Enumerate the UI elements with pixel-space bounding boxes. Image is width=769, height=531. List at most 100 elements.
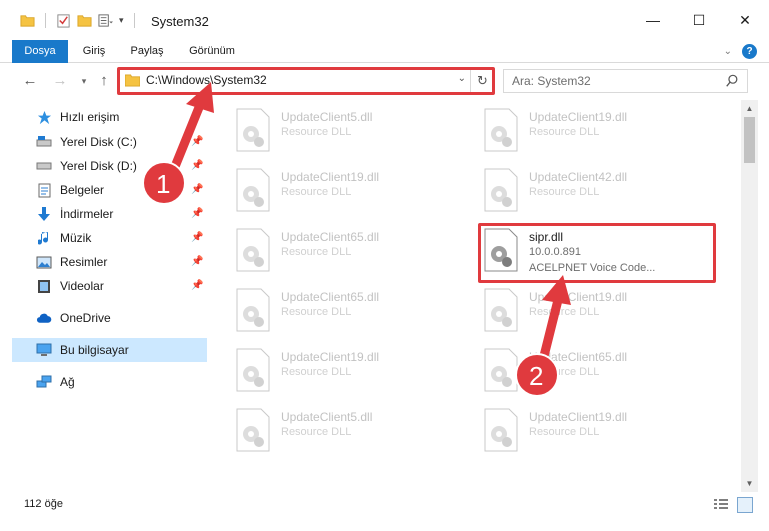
file-type: Resource DLL <box>529 306 600 318</box>
sidebar-item-music[interactable]: Müzik 📌 <box>12 226 207 250</box>
file-type: Resource DLL <box>529 186 600 198</box>
sidebar-item-label: Müzik <box>60 231 92 245</box>
toolbar-divider <box>133 13 135 28</box>
pin-icon[interactable]: 📌 <box>191 184 203 196</box>
star-icon <box>36 109 52 125</box>
music-icon <box>36 230 52 246</box>
pin-icon[interactable]: 📌 <box>191 280 203 292</box>
search-icon[interactable] <box>725 74 739 88</box>
file-tile[interactable]: UpdateClient5.dll Resource DLL <box>223 102 463 158</box>
sidebar-item-local-disk-c[interactable]: Yerel Disk (C:) 📌 <box>12 130 207 154</box>
sidebar-item-local-disk-d[interactable]: Yerel Disk (D:) 📌 <box>12 154 207 178</box>
recent-locations-icon[interactable]: ▾ <box>74 71 94 91</box>
dll-file-icon <box>484 288 518 332</box>
sidebar-item-label: Videolar <box>60 279 104 293</box>
dll-file-icon <box>484 348 518 392</box>
tab-share[interactable]: Paylaş <box>124 40 170 63</box>
pin-icon[interactable]: 📌 <box>191 232 203 244</box>
sidebar-item-label: Yerel Disk (D:) <box>60 159 137 173</box>
address-highlight-box <box>117 67 495 95</box>
details-view-icon[interactable] <box>713 498 729 512</box>
file-type: Resource DLL <box>281 246 352 258</box>
dll-file-icon <box>236 108 270 152</box>
file-tile[interactable]: UpdateClient65.dll Resource DLL <box>223 222 463 278</box>
computer-icon <box>36 342 52 358</box>
search-box[interactable] <box>503 69 748 93</box>
sidebar-item-downloads[interactable]: İndirmeler 📌 <box>12 202 207 226</box>
tab-home[interactable]: Giriş <box>72 40 116 63</box>
close-button[interactable]: ✕ <box>722 0 768 40</box>
quick-access-toolbar: ▾ <box>20 13 139 28</box>
scroll-down-icon[interactable]: ▼ <box>741 475 758 492</box>
file-name: UpdateClient19.dll <box>529 410 628 424</box>
maximize-button[interactable]: ☐ <box>676 0 722 40</box>
file-name: UpdateClient19.dll <box>529 110 628 124</box>
pin-icon[interactable]: 📌 <box>191 256 203 268</box>
sidebar-item-label: Ağ <box>60 375 75 389</box>
properties-icon[interactable] <box>56 13 71 28</box>
dll-file-icon <box>236 348 270 392</box>
sidebar-item-videos[interactable]: Videolar 📌 <box>12 274 207 298</box>
pin-icon[interactable]: 📌 <box>191 136 203 148</box>
scroll-up-icon[interactable]: ▲ <box>741 100 758 117</box>
file-name: UpdateClient42.dll <box>529 170 628 184</box>
sidebar-item-this-pc[interactable]: Bu bilgisayar <box>12 338 207 362</box>
file-name: UpdateClient19.dll <box>529 290 628 304</box>
folder-icon <box>20 15 35 27</box>
sidebar-item-pictures[interactable]: Resimler 📌 <box>12 250 207 274</box>
expand-ribbon-icon[interactable]: ⌄ <box>724 46 732 57</box>
file-tile[interactable]: UpdateClient19.dll Resource DLL <box>471 102 711 158</box>
sidebar-item-quick-access[interactable]: Hızlı erişim <box>12 105 207 129</box>
file-type: Resource DLL <box>529 426 600 438</box>
customize-toolbar-icon[interactable] <box>98 13 113 28</box>
sidebar-item-label: OneDrive <box>60 311 111 325</box>
tab-view[interactable]: Görünüm <box>180 40 244 63</box>
file-tile[interactable]: UpdateClient19.dll Resource DLL <box>223 342 463 398</box>
documents-icon <box>36 182 52 198</box>
sidebar-item-label: Hızlı erişim <box>60 110 120 124</box>
help-icon[interactable]: ? <box>742 44 757 59</box>
pin-icon[interactable]: 📌 <box>191 160 203 172</box>
file-tile[interactable]: UpdateClient65.dll Resource DLL <box>223 282 463 338</box>
file-name: UpdateClient19.dll <box>281 350 380 364</box>
scroll-thumb[interactable] <box>744 117 755 163</box>
up-button[interactable]: ↑ <box>94 71 114 91</box>
sidebar-item-label: Yerel Disk (C:) <box>60 135 137 149</box>
sidebar-item-onedrive[interactable]: OneDrive <box>12 306 207 330</box>
download-icon <box>36 206 52 222</box>
search-input[interactable] <box>512 71 722 91</box>
file-list: UpdateClient5.dll Resource DLL UpdateCli… <box>223 100 741 492</box>
file-tile[interactable]: UpdateClient42.dll Resource DLL <box>471 162 711 218</box>
pictures-icon <box>36 254 52 270</box>
file-tile[interactable]: UpdateClient19.dll Resource DLL <box>223 162 463 218</box>
minimize-button[interactable]: — <box>630 0 676 40</box>
status-bar: 112 öğe <box>0 492 769 519</box>
file-type: Resource DLL <box>529 126 600 138</box>
file-tile[interactable]: UpdateClient65.dll Resource DLL <box>471 342 711 398</box>
sidebar-item-documents[interactable]: Belgeler 📌 <box>12 178 207 202</box>
tab-file[interactable]: Dosya <box>12 40 68 63</box>
dll-file-icon <box>236 228 270 272</box>
file-type: Resource DLL <box>281 366 352 378</box>
file-tile[interactable]: UpdateClient5.dll Resource DLL <box>223 402 463 458</box>
ribbon-controls: ⌄ ? <box>724 44 757 59</box>
pin-icon[interactable]: 📌 <box>191 208 203 220</box>
file-tile[interactable]: UpdateClient19.dll Resource DLL <box>471 402 711 458</box>
file-name: UpdateClient65.dll <box>529 350 628 364</box>
file-type: Resource DLL <box>281 426 352 438</box>
dll-file-icon <box>484 408 518 452</box>
file-type: Resource DLL <box>529 366 600 378</box>
dll-file-icon <box>236 288 270 332</box>
file-tile[interactable]: UpdateClient19.dll Resource DLL <box>471 282 711 338</box>
toolbar-dropdown-icon[interactable]: ▾ <box>119 15 124 26</box>
forward-button[interactable]: → <box>50 71 70 91</box>
vertical-scrollbar[interactable]: ▲ ▼ <box>741 100 758 492</box>
sidebar-item-network[interactable]: Ağ <box>12 370 207 394</box>
tiles-view-icon[interactable] <box>737 497 753 513</box>
back-button[interactable]: ← <box>20 71 40 91</box>
new-folder-icon[interactable] <box>77 13 92 28</box>
file-type: Resource DLL <box>281 186 352 198</box>
dll-file-icon <box>236 408 270 452</box>
title-bar: ▾ System32 — ☐ ✕ <box>0 0 769 40</box>
file-type: Resource DLL <box>281 306 352 318</box>
